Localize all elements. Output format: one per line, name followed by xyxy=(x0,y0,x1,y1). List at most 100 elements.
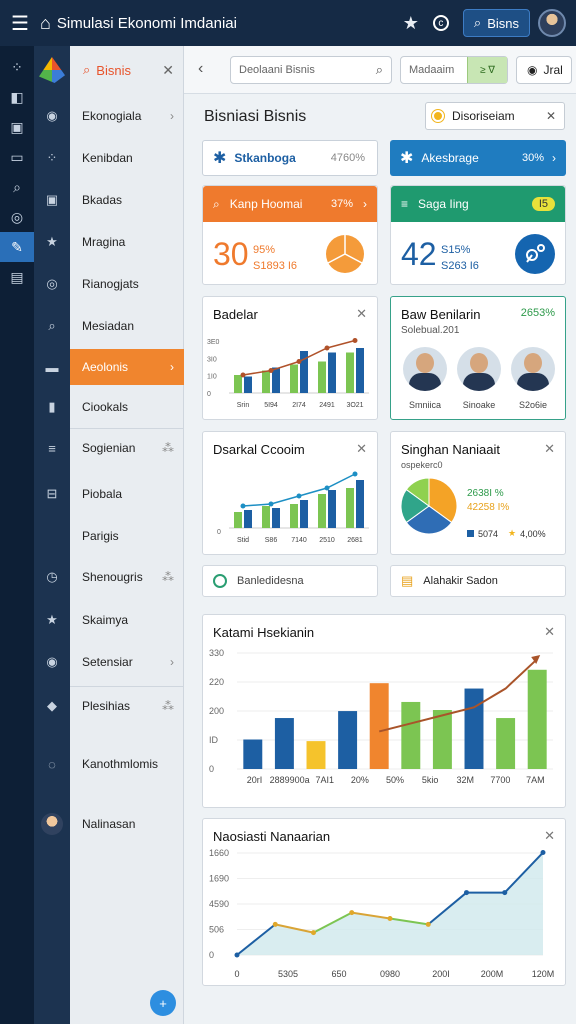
action-card-2[interactable]: ▤ Alahakir Sadon xyxy=(390,565,566,597)
kpi-card-2[interactable]: ≡ Saga Iing I5 42 S15% S263 I6 xyxy=(390,185,566,285)
jral-button[interactable]: ◉ Jral xyxy=(516,56,572,84)
person-avatar[interactable] xyxy=(511,347,555,391)
trend-line xyxy=(242,473,356,507)
y-tick-label: 330 xyxy=(209,648,224,658)
rail-icon-0[interactable]: ⁘ xyxy=(0,52,34,82)
rail-icon-7[interactable]: ▤ xyxy=(0,262,34,292)
close-icon[interactable]: ✕ xyxy=(544,828,555,844)
sidebar-item-label: Skaimya xyxy=(82,613,129,627)
sidebar-item-label: Plesihias xyxy=(82,699,131,713)
kpi-sub: 95% S1893 I6 xyxy=(253,244,298,272)
chevron-icon: ⁂ xyxy=(162,441,174,455)
kpi-value: 42 xyxy=(401,236,437,272)
pie-value: 42258 I% xyxy=(467,502,510,513)
card-value: 2653% xyxy=(520,307,555,319)
x-tick-label: 650 xyxy=(331,969,346,979)
sidebar-item-label: Nalinasan xyxy=(82,817,136,831)
trend-point xyxy=(324,345,330,351)
close-icon[interactable]: ✕ xyxy=(162,62,174,79)
folder-icon: ▤ xyxy=(401,573,414,588)
kpi-card-1[interactable]: ⌕ Kanp Hoomai 37% › 30 95% S1893 I6 xyxy=(202,185,378,285)
sidebar-item-ekonogiala[interactable]: ◉ Ekonogiala › xyxy=(34,98,184,134)
star-icon: ✱ xyxy=(213,150,227,167)
bar-blue xyxy=(356,480,364,528)
nav-icon: ▬ xyxy=(45,359,59,375)
pie-legend: 5074 ★ 4,00% xyxy=(467,528,546,539)
bar xyxy=(369,683,389,769)
y-tick-label: 0 xyxy=(207,391,211,398)
y-tick-label: 1I0 xyxy=(207,374,217,381)
bar-green xyxy=(318,361,326,393)
close-icon[interactable]: ✕ xyxy=(356,441,367,457)
pie-card: Singhan Naniaait ✕ ospekerc0 2638I % 422… xyxy=(390,431,566,555)
sidebar-item-shenougris[interactable]: ◷ Shenougris ⁂ xyxy=(34,559,184,595)
sidebar-item-setensiar[interactable]: ◉ Setensiar › xyxy=(34,644,184,680)
add-button[interactable]: + xyxy=(150,990,176,1016)
x-tick-label: 7700 xyxy=(490,775,510,785)
network-icon xyxy=(515,234,555,274)
close-icon[interactable]: ✕ xyxy=(356,306,367,322)
nav-icon: ◷ xyxy=(46,569,58,584)
x-tick-label: Stid xyxy=(237,537,249,544)
close-icon[interactable]: ✕ xyxy=(546,109,556,123)
copyright-icon[interactable]: c xyxy=(432,15,449,31)
stat-pill-1[interactable]: ✱ Stkanboga 4760% xyxy=(202,140,378,176)
search-input[interactable]: Deolaani Bisnis ⌕ xyxy=(230,56,392,84)
star-icon[interactable]: ★ xyxy=(403,13,419,34)
sidebar-item-skaimya[interactable]: ★ Skaimya xyxy=(34,602,184,638)
sidebar-item-ciookals[interactable]: ▮ Ciookals xyxy=(34,389,184,425)
close-icon[interactable]: ✕ xyxy=(544,624,555,640)
filter-chip[interactable]: ≥ ∇ xyxy=(467,57,507,83)
sidebar-item-mragina[interactable]: ★ Mragina xyxy=(34,224,184,260)
sidebar-item-rianogjats[interactable]: ◎ Rianogjats xyxy=(34,266,184,302)
rail-icon-3[interactable]: ▭ xyxy=(0,142,34,172)
card-title: Badelar xyxy=(213,307,258,322)
x-tick-label: 5kio xyxy=(422,775,439,785)
action-card-1[interactable]: Banledidesna xyxy=(202,565,378,597)
back-icon[interactable]: ‹ xyxy=(198,60,203,78)
rail-icon-1[interactable]: ◧ xyxy=(0,82,34,112)
stat-pill-2[interactable]: ✱ Akesbrage 30% › xyxy=(390,140,566,176)
trend-point xyxy=(268,368,274,373)
card-title: Singhan Naniaait xyxy=(401,442,501,457)
y-tick-label: ID xyxy=(209,735,219,745)
nav-icon: ◌ xyxy=(48,756,56,772)
status-dropdown[interactable]: Disoriseiam ✕ xyxy=(425,102,565,130)
search-icon: ⌕ xyxy=(83,62,91,77)
rail-icon-2[interactable]: ▣ xyxy=(0,112,34,142)
sidebar-item-sogienian[interactable]: ≡ Sogienian ⁂ xyxy=(34,430,184,466)
sidebar-search[interactable]: ⌕ Bisnis xyxy=(83,62,162,78)
person-avatar[interactable] xyxy=(403,347,447,391)
sidebar-item-nalinasan[interactable]: Nalinasan xyxy=(34,806,184,842)
rail-icon-4[interactable]: ⌕ xyxy=(0,172,34,202)
sidebar-item-bkadas[interactable]: ▣ Bkadas xyxy=(34,182,184,218)
rail-icon-5[interactable]: ◎ xyxy=(0,202,34,232)
card-title: Baw Benilarin xyxy=(401,307,481,322)
data-point xyxy=(272,921,278,927)
kpi-value: 30 xyxy=(213,236,249,272)
sidebar-item-aeolonis[interactable]: ▬ Aeolonis › xyxy=(34,349,184,385)
star-icon: ✱ xyxy=(400,150,414,167)
top-search-button[interactable]: ⌕ Bisns xyxy=(462,9,530,37)
card-title: Katami Hsekianin xyxy=(213,625,315,640)
sidebar-item-kenibdan[interactable]: ⁘ Kenibdan xyxy=(34,140,184,176)
data-point xyxy=(311,930,316,936)
y-tick-label: 1690 xyxy=(209,874,229,884)
close-icon[interactable]: ✕ xyxy=(544,441,555,457)
sidebar-item-piobala[interactable]: ⊟ Piobala xyxy=(34,476,184,512)
rail-icon-6[interactable]: ✎ xyxy=(0,232,34,262)
filter-select[interactable]: Madaaim ≥ ∇ xyxy=(400,56,508,84)
bar-blue xyxy=(328,490,336,528)
bar-blue xyxy=(300,500,308,528)
sidebar-item-kanothmlomis[interactable]: ◌ Kanothmlomis xyxy=(34,746,184,782)
sidebar-item-parigis[interactable]: Parigis xyxy=(34,518,184,554)
divider xyxy=(70,428,184,429)
sidebar-item-plesihias[interactable]: ◆ Plesihias ⁂ xyxy=(34,688,184,724)
user-avatar[interactable] xyxy=(538,9,566,37)
home-icon[interactable]: ⌂ xyxy=(40,13,51,34)
sidebar-item-mesiadan[interactable]: ⌕ Mesiadan xyxy=(34,308,184,344)
menu-icon[interactable]: ☰ xyxy=(0,11,40,36)
badelar-card: Badelar ✕ 3E0 3I0 1I0 0 Srin 5I94 2I74 2491 3O21 xyxy=(202,296,378,420)
person-avatar[interactable] xyxy=(457,347,501,391)
nav-icon: ◉ xyxy=(46,108,58,123)
